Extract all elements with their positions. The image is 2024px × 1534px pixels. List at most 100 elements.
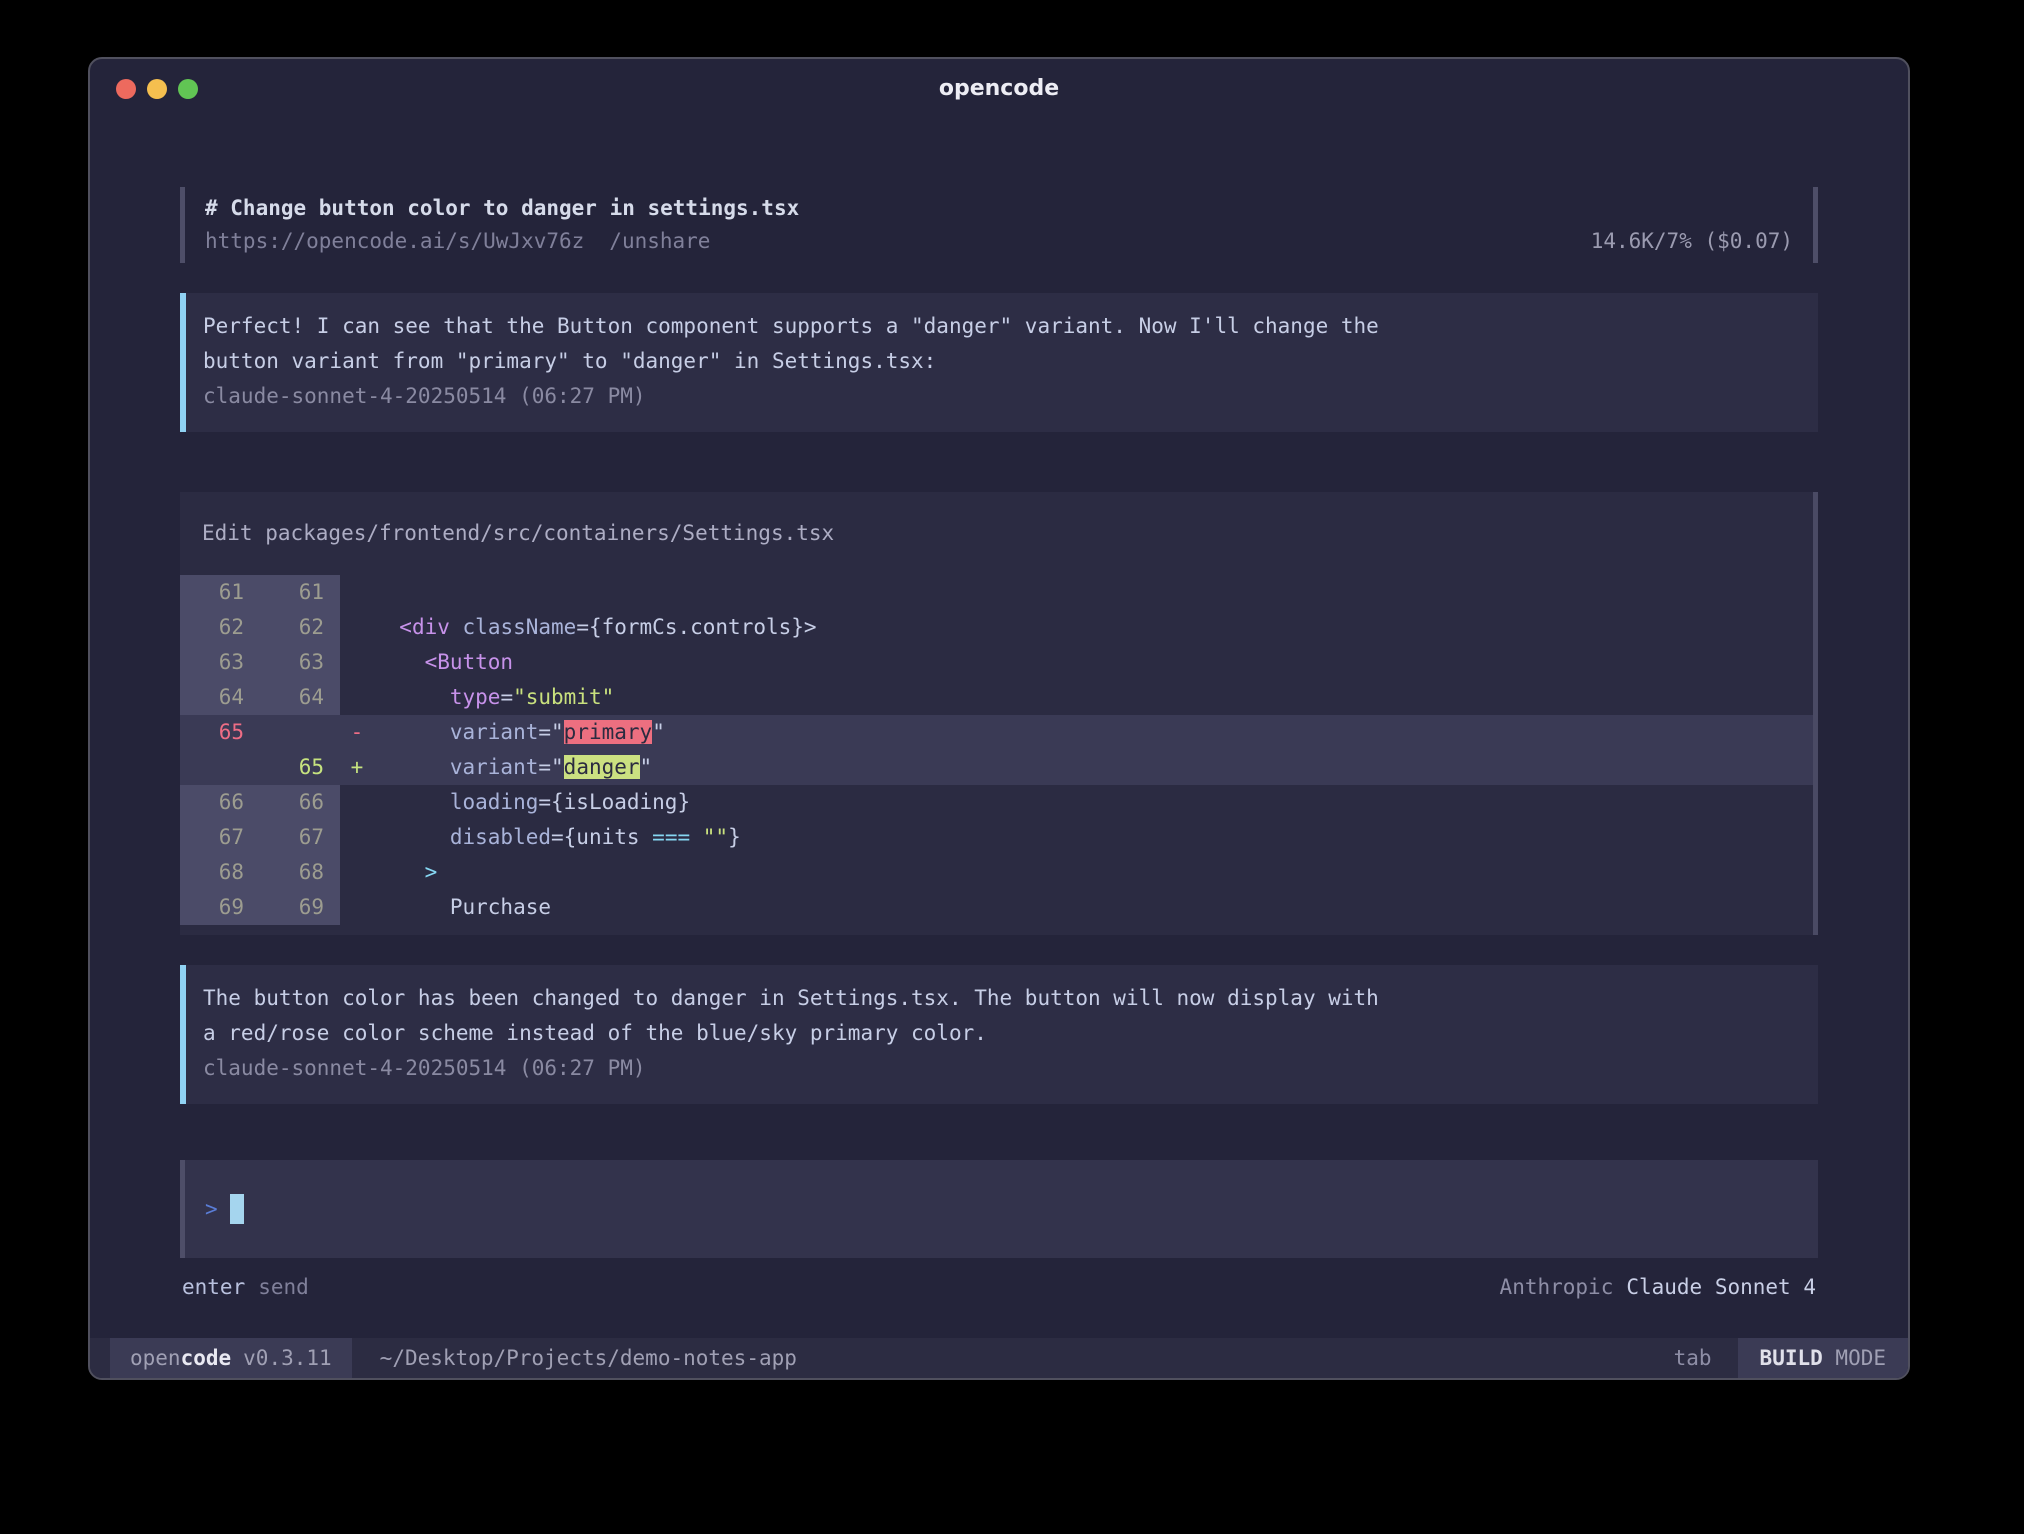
diff-marker: [340, 680, 374, 715]
new-line-number: 63: [260, 645, 340, 680]
new-line-number: 64: [260, 680, 340, 715]
session-title: # Change button color to danger in setti…: [205, 192, 799, 225]
diff-row: 6161: [180, 575, 1813, 610]
app-window: opencode # Change button color to danger…: [88, 57, 1910, 1380]
unshare-command: /unshare: [609, 225, 710, 258]
code-token: "submit": [513, 685, 614, 709]
code-token: className: [463, 615, 577, 639]
old-line-number: 64: [180, 680, 260, 715]
code-token: [450, 615, 463, 639]
message-text: Perfect! I can see that the Button compo…: [203, 309, 1391, 379]
mode-key: BUILD: [1760, 1346, 1823, 1370]
code-token: [690, 825, 703, 849]
old-line-number: 61: [180, 575, 260, 610]
code-token: [374, 615, 399, 639]
input-hints: enter send Anthropic Claude Sonnet 4: [180, 1270, 1818, 1305]
diff-row: 6666 loading={isLoading}: [180, 785, 1813, 820]
code-token: [374, 825, 450, 849]
code-token: =": [538, 755, 563, 779]
code-line: variant="danger": [374, 750, 1813, 785]
code-token: loading: [450, 790, 539, 814]
new-line-number: 67: [260, 820, 340, 855]
new-line-number: [260, 715, 340, 750]
diff-marker: [340, 645, 374, 680]
code-token: [374, 720, 450, 744]
code-token: [374, 860, 425, 884]
code-token: [374, 685, 450, 709]
code-token: type: [450, 685, 501, 709]
app-version: v0.3.11: [243, 1346, 332, 1370]
code-token: >: [425, 860, 438, 884]
diff-row: 65 - variant="primary": [180, 715, 1813, 750]
code-token: ={formCs.controls}>: [576, 615, 816, 639]
new-line-number: 68: [260, 855, 340, 890]
assistant-message: Perfect! I can see that the Button compo…: [180, 293, 1818, 432]
code-token: primary: [564, 720, 653, 744]
share-url-link[interactable]: https://opencode.ai/s/UwJxv76z: [205, 225, 584, 258]
new-line-number: 69: [260, 890, 340, 925]
session-header: # Change button color to danger in setti…: [180, 187, 1818, 263]
code-token: <Button: [425, 650, 514, 674]
app-version-badge: opencode v0.3.11: [110, 1338, 352, 1378]
diff-marker: +: [340, 750, 374, 785]
diff-row: 6262 <div className={formCs.controls}>: [180, 610, 1813, 645]
diff-marker: [340, 890, 374, 925]
diff-header: Edit packages/frontend/src/containers/Se…: [180, 492, 1813, 575]
build-mode-badge: BUILD MODE: [1738, 1338, 1908, 1378]
diff-marker: [340, 575, 374, 610]
code-token: variant: [450, 720, 539, 744]
status-bar: opencode v0.3.11 ~/Desktop/Projects/demo-…: [90, 1338, 1908, 1378]
prompt-input[interactable]: >: [180, 1160, 1818, 1258]
old-line-number: 68: [180, 855, 260, 890]
code-line: <div className={formCs.controls}>: [374, 610, 1813, 645]
old-line-number: [180, 750, 260, 785]
code-token: [374, 755, 450, 779]
old-line-number: 63: [180, 645, 260, 680]
enter-key-hint: enter: [182, 1270, 245, 1305]
code-token: }: [728, 825, 741, 849]
tab-key-hint: tab: [1674, 1338, 1738, 1378]
diff-rows: 61616262 <div className={formCs.controls…: [180, 575, 1813, 925]
message-text: The button color has been changed to dan…: [203, 981, 1391, 1051]
working-directory: ~/Desktop/Projects/demo-notes-app: [380, 1338, 797, 1378]
message-meta: claude-sonnet-4-20250514 (06:27 PM): [203, 1051, 1798, 1086]
code-token: disabled: [450, 825, 551, 849]
diff-block: Edit packages/frontend/src/containers/Se…: [180, 492, 1818, 935]
diff-marker: -: [340, 715, 374, 750]
diff-row: 6363 <Button: [180, 645, 1813, 680]
text-cursor: [230, 1194, 244, 1224]
model-label: Claude Sonnet 4: [1626, 1270, 1816, 1305]
diff-marker: [340, 785, 374, 820]
code-token: [374, 650, 425, 674]
code-token: <div: [399, 615, 450, 639]
prompt-icon: >: [205, 1197, 218, 1221]
diff-row: 6868 >: [180, 855, 1813, 890]
new-line-number: 66: [260, 785, 340, 820]
code-token: variant: [450, 755, 539, 779]
code-line: Purchase: [374, 890, 1813, 925]
old-line-number: 65: [180, 715, 260, 750]
code-token: Purchase: [450, 895, 551, 919]
app-name: opencode: [130, 1346, 231, 1370]
code-token: =: [500, 685, 513, 709]
diff-row: 65+ variant="danger": [180, 750, 1813, 785]
titlebar: opencode: [90, 59, 1908, 117]
old-line-number: 62: [180, 610, 260, 645]
code-line: [374, 575, 1813, 610]
window-title: opencode: [90, 59, 1908, 117]
new-line-number: 61: [260, 575, 340, 610]
diff-row: 6767 disabled={units === ""}: [180, 820, 1813, 855]
code-token: =": [538, 720, 563, 744]
code-token: ={units: [551, 825, 652, 849]
new-line-number: 62: [260, 610, 340, 645]
provider-label: Anthropic: [1500, 1270, 1614, 1305]
code-token: ===: [652, 825, 690, 849]
code-token: [374, 790, 450, 814]
assistant-message: The button color has been changed to dan…: [180, 965, 1818, 1104]
diff-marker: [340, 610, 374, 645]
code-line: variant="primary": [374, 715, 1813, 750]
old-line-number: 67: [180, 820, 260, 855]
code-token: ": [640, 755, 653, 779]
code-token: danger: [564, 755, 640, 779]
code-line: disabled={units === ""}: [374, 820, 1813, 855]
